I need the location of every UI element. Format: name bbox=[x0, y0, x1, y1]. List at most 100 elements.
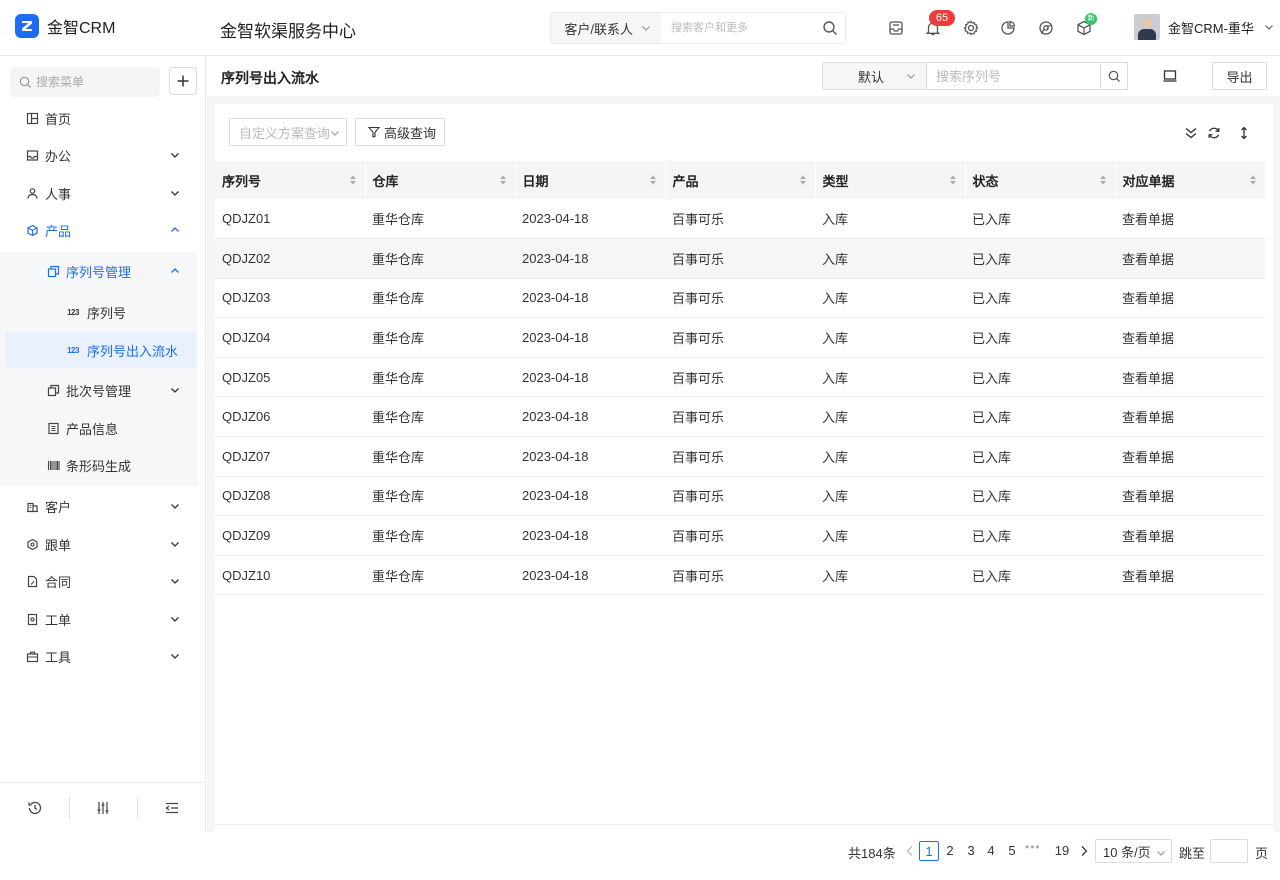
sidebar-item-ticket[interactable]: 工单 bbox=[0, 601, 198, 637]
refresh-icon[interactable] bbox=[1206, 125, 1222, 141]
cell-serial[interactable]: QDJZ10 bbox=[215, 555, 365, 596]
cell-serial[interactable]: QDJZ06 bbox=[215, 396, 365, 438]
cell-serial[interactable]: QDJZ05 bbox=[215, 357, 365, 398]
history-icon[interactable] bbox=[26, 799, 44, 817]
page-last[interactable]: 19 bbox=[1052, 841, 1072, 861]
browser-icon[interactable] bbox=[1036, 18, 1056, 38]
sort-icon[interactable] bbox=[349, 174, 357, 186]
cell-doc[interactable]: 查看单据 bbox=[1115, 515, 1265, 556]
search-button[interactable] bbox=[815, 13, 845, 43]
add-button[interactable] bbox=[169, 67, 197, 95]
sidebar-item-serial[interactable]: 123 序列号 bbox=[0, 294, 198, 330]
sort-icon[interactable] bbox=[649, 174, 657, 186]
serial-search-input[interactable] bbox=[927, 63, 1127, 89]
sidebar-item-serial-flow[interactable]: 123 序列号出入流水 bbox=[0, 332, 198, 368]
sidebar-item-product-info[interactable]: 产品信息 bbox=[0, 410, 198, 446]
sort-icon[interactable] bbox=[1249, 174, 1257, 186]
cell-doc[interactable]: 查看单据 bbox=[1115, 317, 1265, 358]
global-search-input[interactable] bbox=[661, 13, 815, 43]
cell-product[interactable]: 百事可乐 bbox=[665, 515, 815, 556]
sort-icon[interactable] bbox=[799, 174, 807, 186]
column-header[interactable]: 类型 bbox=[815, 161, 966, 199]
table-row[interactable]: QDJZ08 重华仓库 2023-04-18 百事可乐 入库 已入库 查看单据 bbox=[215, 476, 1265, 517]
cell-product[interactable]: 百事可乐 bbox=[665, 476, 815, 517]
sidebar-item-follow-up[interactable]: 跟单 bbox=[0, 526, 198, 562]
table-row[interactable]: QDJZ06 重华仓库 2023-04-18 百事可乐 入库 已入库 查看单据 bbox=[215, 396, 1265, 438]
cell-serial[interactable]: QDJZ01 bbox=[215, 199, 365, 240]
sidebar-item-office[interactable]: 办公 bbox=[0, 137, 198, 173]
cell-product[interactable]: 百事可乐 bbox=[665, 396, 815, 438]
cell-product[interactable]: 百事可乐 bbox=[665, 436, 815, 477]
cell-doc[interactable]: 查看单据 bbox=[1115, 278, 1265, 319]
message-inbox-icon[interactable] bbox=[886, 18, 906, 38]
sidebar-item-barcode[interactable]: 条形码生成 bbox=[0, 447, 198, 483]
collapse-menu-icon[interactable] bbox=[163, 799, 181, 817]
cell-product[interactable]: 百事可乐 bbox=[665, 238, 815, 279]
page-ellipsis[interactable]: ••• bbox=[1025, 840, 1041, 854]
cell-product[interactable]: 百事可乐 bbox=[665, 278, 815, 319]
app-logo[interactable]: 金智CRM bbox=[15, 14, 115, 38]
column-header[interactable]: 序列号 bbox=[215, 161, 366, 199]
table-row[interactable]: QDJZ04 重华仓库 2023-04-18 百事可乐 入库 已入库 查看单据 bbox=[215, 317, 1265, 358]
view-select[interactable]: 默认 bbox=[823, 63, 927, 89]
column-header[interactable]: 日期 bbox=[515, 161, 666, 199]
settings-sliders-icon[interactable] bbox=[94, 799, 112, 817]
table-row[interactable]: QDJZ05 重华仓库 2023-04-18 百事可乐 入库 已入库 查看单据 bbox=[215, 357, 1265, 398]
custom-query-select[interactable]: 自定义方案查询 bbox=[229, 118, 347, 146]
cell-product[interactable]: 百事可乐 bbox=[665, 199, 815, 240]
cell-serial[interactable]: QDJZ04 bbox=[215, 317, 365, 358]
table-row[interactable]: QDJZ07 重华仓库 2023-04-18 百事可乐 入库 已入库 查看单据 bbox=[215, 436, 1265, 477]
column-header[interactable]: 仓库 bbox=[365, 161, 516, 199]
search-scope-select[interactable]: 客户/联系人 bbox=[551, 13, 661, 43]
page-size-select[interactable]: 10 条/页 bbox=[1095, 839, 1172, 863]
page-3[interactable]: 3 bbox=[961, 841, 981, 861]
next-page-icon[interactable] bbox=[1079, 845, 1089, 857]
sort-icon[interactable] bbox=[499, 174, 507, 186]
table-row[interactable]: QDJZ09 重华仓库 2023-04-18 百事可乐 入库 已入库 查看单据 bbox=[215, 515, 1265, 556]
page-2[interactable]: 2 bbox=[940, 841, 960, 861]
sidebar-item-hr[interactable]: 人事 bbox=[0, 175, 198, 211]
sidebar-item-customer[interactable]: 客户 bbox=[0, 488, 198, 524]
cell-doc[interactable]: 查看单据 bbox=[1115, 238, 1265, 279]
cell-serial[interactable]: QDJZ03 bbox=[215, 278, 365, 319]
sort-icon[interactable] bbox=[949, 174, 957, 186]
serial-search-button[interactable] bbox=[1100, 62, 1128, 90]
cell-doc[interactable]: 查看单据 bbox=[1115, 436, 1265, 477]
table-row[interactable]: QDJZ01 重华仓库 2023-04-18 百事可乐 入库 已入库 查看单据 bbox=[215, 199, 1265, 240]
page-5[interactable]: 5 bbox=[1002, 841, 1022, 861]
page-1[interactable]: 1 bbox=[919, 841, 939, 861]
sidebar-item-product[interactable]: 产品 bbox=[0, 212, 198, 248]
advanced-query-button[interactable]: 高级查询 bbox=[355, 118, 445, 146]
jump-page-input[interactable] bbox=[1210, 839, 1248, 863]
table-row[interactable]: QDJZ10 重华仓库 2023-04-18 百事可乐 入库 已入库 查看单据 bbox=[215, 555, 1265, 596]
sidebar-item-serial-management[interactable]: 序列号管理 bbox=[0, 253, 198, 289]
export-button[interactable]: 导出 bbox=[1212, 62, 1267, 90]
cell-serial[interactable]: QDJZ02 bbox=[215, 238, 365, 279]
cell-product[interactable]: 百事可乐 bbox=[665, 555, 815, 596]
sidebar-item-contract[interactable]: 合同 bbox=[0, 563, 198, 599]
cell-serial[interactable]: QDJZ07 bbox=[215, 436, 365, 477]
monitor-icon[interactable] bbox=[1162, 68, 1178, 84]
sidebar-item-batch-management[interactable]: 批次号管理 bbox=[0, 372, 198, 408]
cell-doc[interactable]: 查看单据 bbox=[1115, 357, 1265, 398]
column-header[interactable]: 对应单据 bbox=[1115, 161, 1266, 199]
sort-icon[interactable] bbox=[1099, 174, 1107, 186]
cell-serial[interactable]: QDJZ09 bbox=[215, 515, 365, 556]
cell-serial[interactable]: QDJZ08 bbox=[215, 476, 365, 517]
sidebar-item-tools[interactable]: 工具 bbox=[0, 638, 198, 674]
menu-search-input[interactable] bbox=[36, 75, 146, 89]
column-header[interactable]: 产品 bbox=[665, 161, 816, 199]
cell-doc[interactable]: 查看单据 bbox=[1115, 396, 1265, 438]
page-4[interactable]: 4 bbox=[981, 841, 1001, 861]
pie-chart-icon[interactable] bbox=[998, 18, 1018, 38]
table-row[interactable]: QDJZ03 重华仓库 2023-04-18 百事可乐 入库 已入库 查看单据 bbox=[215, 278, 1265, 319]
user-menu[interactable]: 金智CRM-重华 bbox=[1134, 14, 1274, 40]
cell-doc[interactable]: 查看单据 bbox=[1115, 555, 1265, 596]
prev-page-icon[interactable] bbox=[905, 845, 915, 857]
column-header[interactable]: 状态 bbox=[965, 161, 1116, 199]
gear-icon[interactable] bbox=[961, 18, 981, 38]
cell-product[interactable]: 百事可乐 bbox=[665, 357, 815, 398]
cell-doc[interactable]: 查看单据 bbox=[1115, 199, 1265, 240]
cell-product[interactable]: 百事可乐 bbox=[665, 317, 815, 358]
table-row[interactable]: QDJZ02 重华仓库 2023-04-18 百事可乐 入库 已入库 查看单据 bbox=[215, 238, 1265, 279]
